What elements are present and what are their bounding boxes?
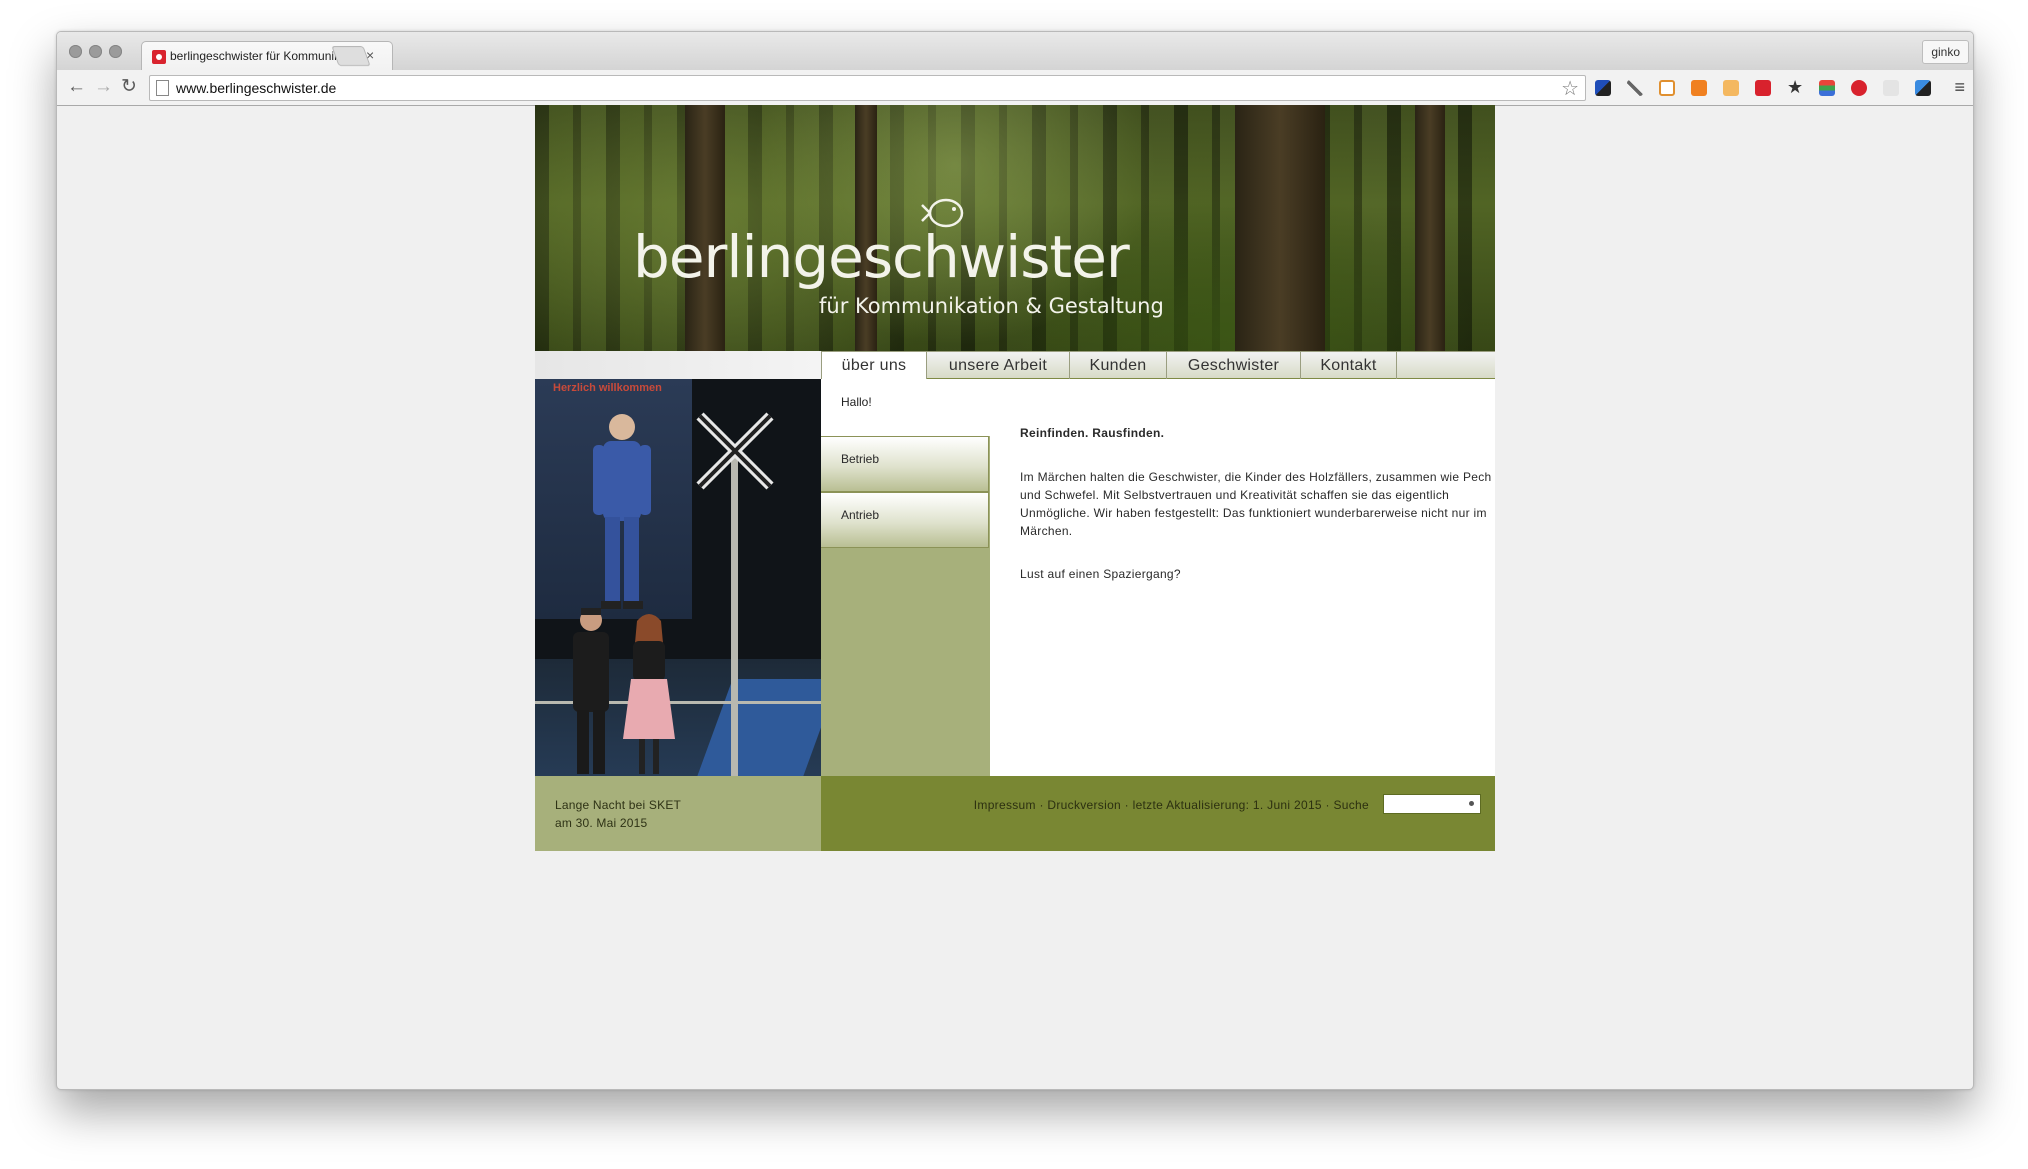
menu-icon[interactable]: ≡ [1954, 77, 1965, 98]
minimize-window-button[interactable] [89, 45, 102, 58]
separator: · [1039, 798, 1044, 812]
browser-toolbar: ← → ↻ www.berlingeschwister.de ☆ ★ ≡ [57, 70, 1973, 106]
delicious-alt-icon[interactable] [1915, 80, 1931, 96]
bookmark-star-icon[interactable]: ☆ [1561, 76, 1579, 101]
nav-item-kontakt[interactable]: Kontakt [1301, 352, 1397, 379]
profile-button[interactable]: ginko [1922, 40, 1969, 64]
photo-banner-text: Herzlich willkommen [553, 382, 662, 394]
feature-photo: Herzlich willkommen [535, 379, 821, 776]
caption-line-2: am 30. Mai 2015 [555, 816, 648, 830]
tab-strip: berlingeschwister für Kommunikation & Ge… [57, 32, 1973, 71]
ok-icon[interactable] [1883, 80, 1899, 96]
address-bar[interactable]: www.berlingeschwister.de ☆ [149, 75, 1586, 101]
sub-nav-item-antrieb[interactable]: Antrieb [821, 492, 989, 548]
main-nav-row: über uns unsere Arbeit Kunden Geschwiste… [535, 351, 1495, 381]
site-header: berlingeschwister für Kommunikation & Ge… [535, 105, 1495, 351]
crossing-sign-icon [696, 412, 774, 490]
content-heading: Reinfinden. Rausfinden. [1020, 426, 1165, 440]
main-content: Reinfinden. Rausfinden. Im Märchen halte… [990, 379, 1495, 776]
separator: · [1325, 798, 1330, 812]
star-icon[interactable]: ★ [1787, 78, 1803, 96]
reload-icon[interactable]: ↻ [121, 76, 137, 98]
browser-window: berlingeschwister für Kommunikation & Ge… [56, 31, 1974, 1090]
colorzilla-icon[interactable] [1819, 80, 1835, 96]
sub-nav-item-betrieb[interactable]: Betrieb [821, 436, 989, 492]
sub-nav: Hallo! Betrieb Antrieb [821, 379, 990, 776]
last-update-text: letzte Aktualisierung: 1. Juni 2015 [1132, 798, 1322, 812]
footer-links: Impressum · Druckversion · letzte Aktual… [974, 798, 1369, 812]
photo-person-woman [623, 614, 675, 774]
close-window-button[interactable] [69, 45, 82, 58]
photo-figure-worker [593, 414, 651, 609]
tree-trunk [1415, 105, 1445, 351]
sub-nav-hallo-label: Hallo! [841, 395, 872, 409]
url-text[interactable]: www.berlingeschwister.de [176, 80, 336, 96]
caption-line-1: Lange Nacht bei SKET [555, 798, 682, 812]
page-icon [156, 80, 169, 96]
sub-nav-item-label: Betrieb [841, 452, 880, 466]
sub-nav-hallo[interactable]: Hallo! [821, 379, 990, 436]
zoom-window-button[interactable] [109, 45, 122, 58]
forward-icon[interactable]: → [94, 76, 113, 98]
bookmark-icon[interactable] [1659, 80, 1675, 96]
back-icon[interactable]: ← [67, 76, 86, 98]
search-input[interactable] [1383, 794, 1481, 814]
nav-item-ueber-uns[interactable]: über uns [821, 352, 927, 381]
nav-spacer [535, 351, 821, 379]
druckversion-link[interactable]: Druckversion [1047, 798, 1121, 812]
site-tagline: für Kommunikation & Gestaltung [819, 294, 1164, 318]
chart-icon[interactable] [1691, 80, 1707, 96]
content-question: Lust auf einen Spaziergang? [1020, 567, 1181, 581]
sub-nav-item-label: Antrieb [841, 508, 880, 522]
calendar-icon[interactable] [1755, 80, 1771, 96]
search-label: Suche [1333, 798, 1369, 812]
content-paragraph: Im Märchen halten die Geschwister, die K… [1020, 470, 1492, 538]
adblock-icon[interactable] [1851, 80, 1867, 96]
site-footer: Impressum · Druckversion · letzte Aktual… [821, 776, 1495, 851]
favicon-icon [152, 50, 166, 64]
delicious-icon[interactable] [1595, 80, 1611, 96]
plug-icon[interactable] [1723, 80, 1739, 96]
photo-caption: Lange Nacht bei SKET am 30. Mai 2015 [535, 776, 821, 851]
tab-title: berlingeschwister für Kommunikation & Ge… [170, 49, 350, 63]
nav-item-geschwister[interactable]: Geschwister [1167, 352, 1301, 379]
photo-person-man [573, 608, 609, 774]
search-dot-icon [1469, 801, 1474, 806]
main-nav: über uns unsere Arbeit Kunden Geschwiste… [821, 351, 1495, 381]
separator: · [1124, 798, 1129, 812]
new-tab-button[interactable] [331, 46, 371, 66]
tree-trunk [1235, 105, 1325, 351]
site-logo[interactable]: berlingeschwister [633, 223, 1130, 291]
eyedropper-icon[interactable] [1627, 80, 1643, 96]
nav-item-unsere-arbeit[interactable]: unsere Arbeit [927, 352, 1070, 379]
photo-pole [731, 449, 738, 776]
impressum-link[interactable]: Impressum [974, 798, 1036, 812]
nav-item-kunden[interactable]: Kunden [1070, 352, 1167, 379]
